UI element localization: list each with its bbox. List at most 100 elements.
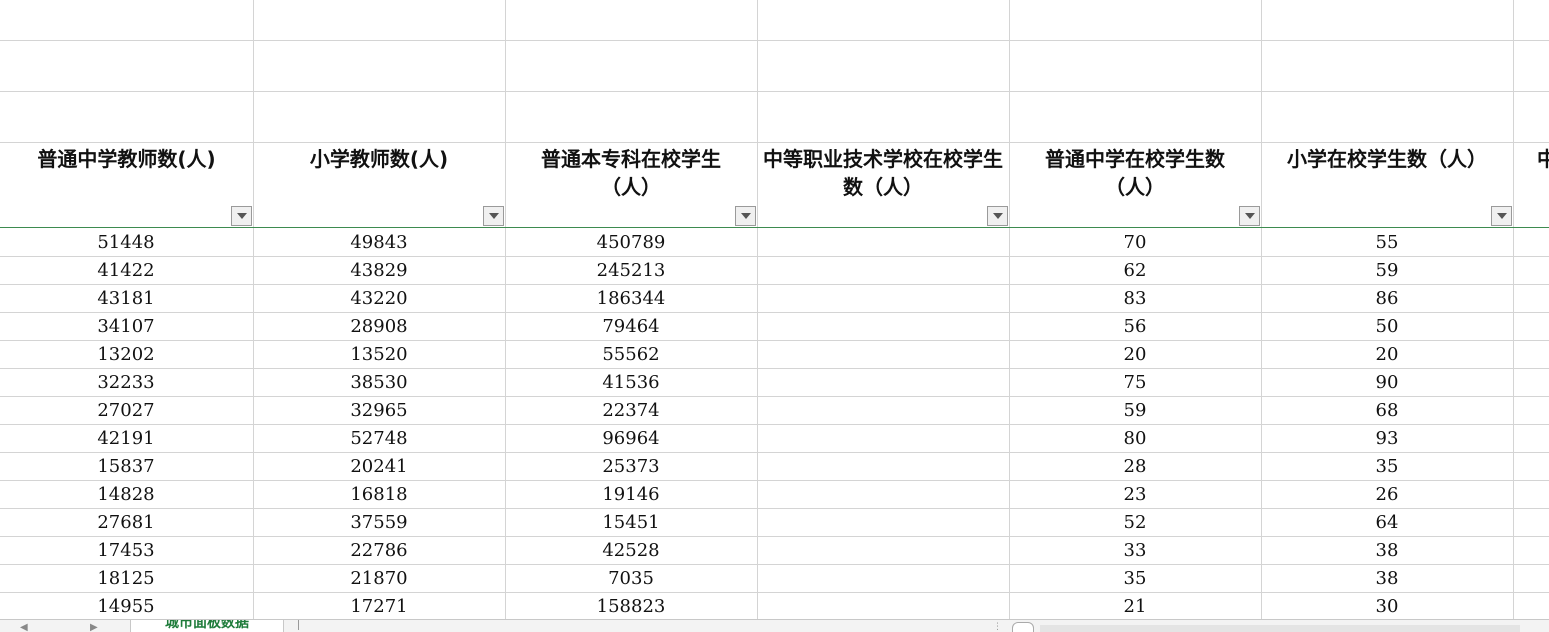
table-cell[interactable] <box>757 509 1009 537</box>
table-cell[interactable] <box>757 593 1009 619</box>
table-cell[interactable]: 22374 <box>505 397 757 425</box>
table-cell[interactable]: 25373 <box>505 453 757 481</box>
table-cell[interactable]: 59 <box>1009 397 1261 425</box>
table-cell[interactable]: 15837 <box>0 453 252 481</box>
table-cell[interactable]: 62 <box>1009 257 1261 285</box>
table-cell[interactable]: 13202 <box>0 341 252 369</box>
table-cell[interactable]: 158823 <box>505 593 757 619</box>
table-cell[interactable]: 17453 <box>0 537 252 565</box>
table-cell[interactable]: 14828 <box>0 481 252 509</box>
sheet-tab-active[interactable]: 城市面板数据 <box>130 620 284 632</box>
table-cell[interactable]: 32965 <box>253 397 505 425</box>
table-cell[interactable]: 50 <box>1261 313 1513 341</box>
table-cell[interactable]: 23 <box>1009 481 1261 509</box>
table-cell[interactable]: 80 <box>1009 425 1261 453</box>
table-cell[interactable]: 42191 <box>0 425 252 453</box>
table-cell[interactable]: 26 <box>1261 481 1513 509</box>
table-cell[interactable]: 27681 <box>0 509 252 537</box>
table-cell[interactable]: 96964 <box>505 425 757 453</box>
table-cell[interactable]: 15451 <box>505 509 757 537</box>
table-cell[interactable]: 52 <box>1009 509 1261 537</box>
table-cell[interactable]: 37559 <box>253 509 505 537</box>
table-cell[interactable]: 83 <box>1009 285 1261 313</box>
table-cell[interactable]: 55 <box>1261 229 1513 257</box>
filter-dropdown-icon[interactable] <box>483 206 504 226</box>
table-cell[interactable] <box>757 397 1009 425</box>
table-cell[interactable]: 28908 <box>253 313 505 341</box>
table-cell[interactable] <box>757 257 1009 285</box>
table-cell[interactable]: 33 <box>1009 537 1261 565</box>
table-cell[interactable]: 75 <box>1009 369 1261 397</box>
table-cell[interactable]: 245213 <box>505 257 757 285</box>
table-cell[interactable]: 55562 <box>505 341 757 369</box>
table-cell[interactable] <box>757 565 1009 593</box>
table-cell[interactable]: 35 <box>1261 453 1513 481</box>
table-cell[interactable]: 27027 <box>0 397 252 425</box>
table-cell[interactable]: 41422 <box>0 257 252 285</box>
table-cell[interactable]: 20 <box>1261 341 1513 369</box>
table-cell[interactable]: 93 <box>1261 425 1513 453</box>
table-cell[interactable]: 30 <box>1261 593 1513 619</box>
table-cell[interactable]: 32233 <box>0 369 252 397</box>
table-cell[interactable]: 28 <box>1009 453 1261 481</box>
table-cell[interactable]: 51448 <box>0 229 252 257</box>
table-cell[interactable]: 16818 <box>253 481 505 509</box>
table-cell[interactable] <box>757 481 1009 509</box>
table-cell[interactable]: 14955 <box>0 593 252 619</box>
table-cell[interactable] <box>757 369 1009 397</box>
table-cell[interactable]: 43181 <box>0 285 252 313</box>
table-cell[interactable]: 59 <box>1261 257 1513 285</box>
filter-dropdown-icon[interactable] <box>735 206 756 226</box>
table-cell[interactable]: 13520 <box>253 341 505 369</box>
column-header-cell[interactable]: 小学在校学生数（人） <box>1261 143 1513 227</box>
table-cell[interactable] <box>757 341 1009 369</box>
column-header-cell[interactable]: 小学教师数(人) <box>253 143 505 227</box>
table-cell[interactable]: 38530 <box>253 369 505 397</box>
table-cell[interactable]: 17271 <box>253 593 505 619</box>
column-header-cell[interactable]: 中等职业技术学校在校学生数（人） <box>757 143 1009 227</box>
table-cell[interactable]: 21870 <box>253 565 505 593</box>
table-cell[interactable]: 20 <box>1009 341 1261 369</box>
table-cell[interactable]: 7035 <box>505 565 757 593</box>
table-cell[interactable] <box>757 313 1009 341</box>
table-cell[interactable]: 43829 <box>253 257 505 285</box>
table-cell[interactable]: 90 <box>1261 369 1513 397</box>
table-cell[interactable]: 43220 <box>253 285 505 313</box>
add-sheet-icon[interactable] <box>298 620 303 630</box>
table-cell[interactable] <box>757 229 1009 257</box>
table-cell[interactable]: 22786 <box>253 537 505 565</box>
filter-dropdown-icon[interactable] <box>1239 206 1260 226</box>
table-cell[interactable]: 64 <box>1261 509 1513 537</box>
table-cell[interactable]: 86 <box>1261 285 1513 313</box>
table-cell[interactable] <box>757 537 1009 565</box>
table-cell[interactable]: 49843 <box>253 229 505 257</box>
column-header-cell[interactable]: 普通中学在校学生数（人） <box>1009 143 1261 227</box>
table-cell[interactable] <box>757 425 1009 453</box>
table-cell[interactable]: 19146 <box>505 481 757 509</box>
table-cell[interactable]: 41536 <box>505 369 757 397</box>
table-cell[interactable]: 34107 <box>0 313 252 341</box>
table-cell[interactable]: 42528 <box>505 537 757 565</box>
table-cell[interactable]: 56 <box>1009 313 1261 341</box>
table-cell[interactable]: 38 <box>1261 565 1513 593</box>
spreadsheet-grid[interactable]: 普通中学教师数(人) 小学教师数(人) 普通本专科在校学生（人） 中等职业技术学… <box>0 0 1549 619</box>
column-header-cell[interactable]: 普通中学教师数(人) <box>0 143 253 227</box>
table-cell[interactable]: 186344 <box>505 285 757 313</box>
table-cell[interactable]: 68 <box>1261 397 1513 425</box>
table-cell[interactable] <box>757 453 1009 481</box>
table-cell[interactable]: 450789 <box>505 229 757 257</box>
table-cell[interactable]: 38 <box>1261 537 1513 565</box>
filter-dropdown-icon[interactable] <box>231 206 252 226</box>
table-cell[interactable]: 35 <box>1009 565 1261 593</box>
column-header-cell[interactable]: 中 <box>1513 143 1549 227</box>
table-cell[interactable]: 21 <box>1009 593 1261 619</box>
column-header-cell[interactable]: 普通本专科在校学生（人） <box>505 143 757 227</box>
table-cell[interactable] <box>757 285 1009 313</box>
table-cell[interactable]: 70 <box>1009 229 1261 257</box>
table-cell[interactable]: 20241 <box>253 453 505 481</box>
filter-dropdown-icon[interactable] <box>987 206 1008 226</box>
filter-dropdown-icon[interactable] <box>1491 206 1512 226</box>
table-cell[interactable]: 18125 <box>0 565 252 593</box>
table-cell[interactable]: 79464 <box>505 313 757 341</box>
table-cell[interactable]: 52748 <box>253 425 505 453</box>
